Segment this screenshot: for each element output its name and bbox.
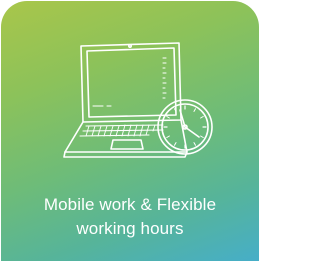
clock-icon	[157, 99, 213, 155]
caption-line-1: Mobile work & Flexible	[43, 195, 217, 214]
feature-caption: Mobile work & Flexible working hours	[1, 193, 259, 241]
feature-tile: Mobile work & Flexible working hours	[1, 1, 259, 261]
laptop-icon	[63, 42, 188, 158]
caption-line-2: working hours	[76, 219, 184, 238]
laptop-with-clock-icon	[63, 42, 213, 158]
